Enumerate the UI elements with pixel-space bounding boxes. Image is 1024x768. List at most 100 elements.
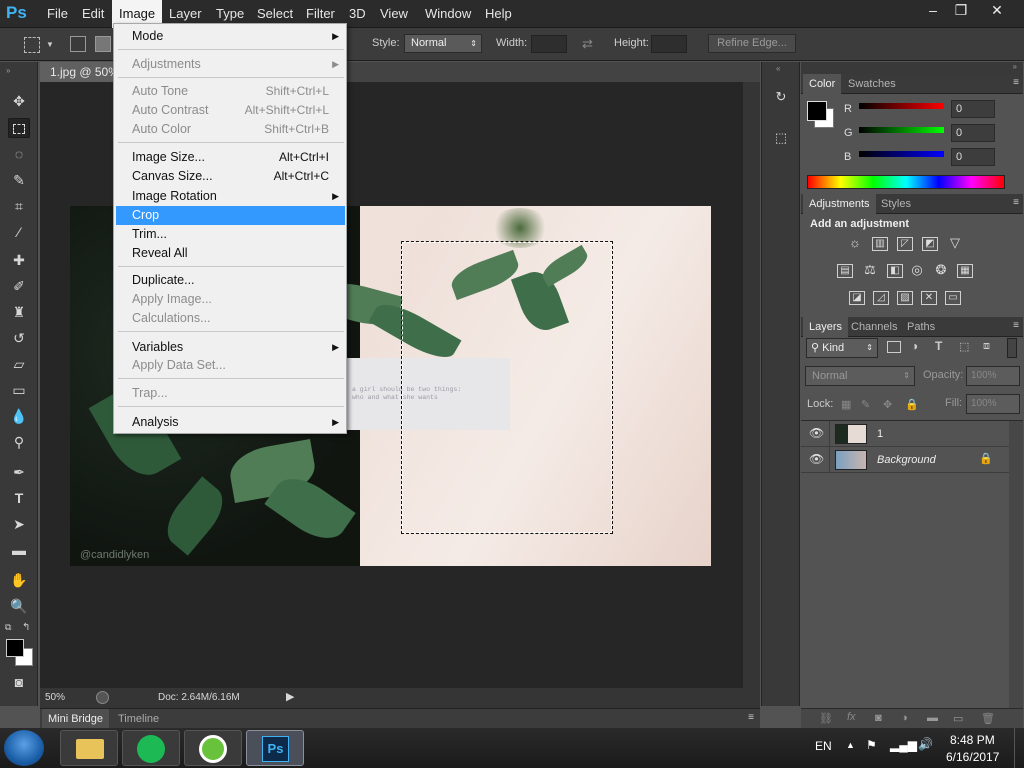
- start-button[interactable]: [4, 730, 44, 766]
- curves-icon[interactable]: ◸: [897, 237, 913, 251]
- posterize-icon[interactable]: ◿: [873, 291, 889, 305]
- foreground-color-chip[interactable]: [807, 101, 827, 121]
- menu-item-calculations[interactable]: Calculations...: [116, 309, 345, 328]
- hand-tool-icon[interactable]: ✋: [8, 570, 30, 590]
- clone-stamp-tool-icon[interactable]: ♜: [8, 302, 30, 322]
- taskbar-spotify[interactable]: [122, 730, 180, 766]
- filter-pixel-icon[interactable]: [887, 341, 901, 353]
- menu-item-apply-image[interactable]: Apply Image...: [116, 290, 345, 309]
- tab-styles[interactable]: Styles: [875, 194, 917, 214]
- menu-item-variables[interactable]: Variables ▶: [116, 338, 345, 357]
- filter-toggle[interactable]: [1007, 338, 1017, 358]
- layer-name[interactable]: 1: [877, 428, 883, 440]
- color-spectrum-bar[interactable]: [807, 175, 1005, 189]
- layer-filter-kind[interactable]: ⚲ Kind ⇕: [806, 338, 878, 358]
- filter-type-icon[interactable]: T: [935, 339, 942, 353]
- color-lookup-icon[interactable]: ▦: [957, 264, 973, 278]
- lasso-tool-icon[interactable]: ◌: [8, 144, 30, 164]
- b-value[interactable]: 0: [951, 148, 995, 166]
- delete-layer-icon[interactable]: 🗑: [981, 712, 995, 725]
- selective-color-icon[interactable]: ▭: [945, 291, 961, 305]
- dodge-tool-icon[interactable]: ⚲: [8, 432, 30, 452]
- show-hidden-icons-icon[interactable]: ▲: [846, 740, 855, 750]
- filter-adjustment-icon[interactable]: ◑: [911, 339, 918, 353]
- crop-tool-icon[interactable]: ⌗: [8, 196, 30, 216]
- minimize-button[interactable]: –: [918, 0, 948, 20]
- vibrance-icon[interactable]: ▽: [947, 236, 963, 251]
- new-group-icon[interactable]: ▬: [927, 712, 938, 724]
- refine-edge-button[interactable]: Refine Edge...: [708, 34, 796, 53]
- rectangular-marquee-tool-icon[interactable]: [8, 118, 30, 138]
- rectangle-tool-icon[interactable]: ▬: [8, 540, 30, 560]
- new-layer-icon[interactable]: ▭: [953, 712, 963, 725]
- volume-icon[interactable]: 🔊: [918, 737, 933, 751]
- b-slider[interactable]: [859, 151, 944, 157]
- taskbar-photoshop[interactable]: Ps: [246, 730, 304, 766]
- layers-scrollbar[interactable]: [1009, 421, 1023, 708]
- history-brush-tool-icon[interactable]: ↺: [8, 328, 30, 348]
- type-tool-icon[interactable]: T: [8, 488, 30, 508]
- photo-filter-icon[interactable]: ◎: [909, 263, 925, 278]
- menu-view[interactable]: View: [373, 0, 415, 28]
- path-selection-tool-icon[interactable]: ➤: [8, 514, 30, 534]
- new-fill-layer-icon[interactable]: ◑: [901, 712, 908, 724]
- eyedropper-tool-icon[interactable]: ⁄: [8, 222, 30, 242]
- filter-shape-icon[interactable]: ⬚: [959, 340, 969, 353]
- menu-item-crop[interactable]: Crop: [116, 206, 345, 225]
- filter-smart-object-icon[interactable]: ⧈: [983, 340, 990, 353]
- restore-button[interactable]: ❐: [946, 0, 976, 20]
- panel-menu-icon[interactable]: ≡: [1013, 77, 1019, 88]
- lock-all-icon[interactable]: 🔒: [905, 398, 919, 411]
- swap-colors-icon[interactable]: ↰: [22, 622, 30, 633]
- chevron-down-icon[interactable]: ▼: [46, 40, 54, 49]
- brightness-contrast-icon[interactable]: ☼: [847, 236, 863, 251]
- foreground-color-swatch[interactable]: [6, 639, 24, 657]
- marquee-tool-preset-icon[interactable]: [24, 37, 40, 53]
- panel-menu-icon[interactable]: ≡: [1013, 197, 1019, 208]
- action-center-icon[interactable]: ⚑: [866, 738, 877, 752]
- tab-layers[interactable]: Layers: [803, 317, 849, 337]
- zoom-readout[interactable]: 50%: [45, 692, 65, 703]
- menu-item-reveal-all[interactable]: Reveal All: [116, 244, 345, 263]
- layer-row[interactable]: 👁 1: [801, 421, 1009, 447]
- collapse-arrows-icon[interactable]: «: [776, 64, 780, 73]
- taskbar-app[interactable]: [184, 730, 242, 766]
- tab-adjustments[interactable]: Adjustments: [803, 194, 876, 214]
- menu-help[interactable]: Help: [478, 0, 519, 28]
- lock-position-icon[interactable]: ✥: [883, 398, 892, 411]
- threshold-icon[interactable]: ▨: [897, 291, 913, 305]
- quick-selection-tool-icon[interactable]: ✎: [8, 170, 30, 190]
- zoom-tool-icon[interactable]: 🔍: [8, 596, 30, 616]
- width-field[interactable]: [531, 35, 567, 53]
- hue-saturation-icon[interactable]: ▤: [837, 264, 853, 278]
- show-desktop-button[interactable]: [1014, 728, 1024, 768]
- new-selection-icon[interactable]: [70, 36, 86, 52]
- exposure-icon[interactable]: ◩: [922, 237, 938, 251]
- menu-item-image-rotation[interactable]: Image Rotation ▶: [116, 187, 345, 206]
- status-menu-arrow-icon[interactable]: ▶: [286, 690, 294, 703]
- menu-item-adjustments[interactable]: Adjustments ▶: [116, 55, 345, 74]
- taskbar-file-explorer[interactable]: [60, 730, 118, 766]
- visibility-eye-icon[interactable]: 👁: [809, 426, 824, 440]
- menu-file[interactable]: File: [40, 0, 75, 28]
- layer-row[interactable]: 👁 Background 🔒: [801, 447, 1009, 473]
- menu-item-trim[interactable]: Trim...: [116, 225, 345, 244]
- default-colors-icon[interactable]: ⧉: [5, 622, 11, 633]
- pen-tool-icon[interactable]: ✒: [8, 462, 30, 482]
- close-button[interactable]: ✕: [980, 0, 1014, 20]
- gradient-map-icon[interactable]: ✕: [921, 291, 937, 305]
- blend-mode-select[interactable]: Normal ⇕: [805, 366, 915, 386]
- tab-channels[interactable]: Channels: [845, 317, 903, 337]
- gradient-tool-icon[interactable]: ▭: [8, 380, 30, 400]
- menu-item-mode[interactable]: Mode ▶: [116, 27, 345, 46]
- g-slider[interactable]: [859, 127, 944, 133]
- lock-transparent-icon[interactable]: ▦: [841, 398, 851, 411]
- collapse-arrows-icon[interactable]: »: [1013, 62, 1017, 71]
- link-layers-icon[interactable]: ⛓: [819, 712, 833, 725]
- menu-item-image-size[interactable]: Image Size... Alt+Ctrl+I: [116, 148, 345, 167]
- tab-color[interactable]: Color: [803, 74, 842, 94]
- blur-tool-icon[interactable]: 💧: [8, 406, 30, 426]
- menu-window[interactable]: Window: [418, 0, 478, 28]
- vertical-scrollbar[interactable]: [743, 82, 760, 688]
- eraser-tool-icon[interactable]: ▱: [8, 354, 30, 374]
